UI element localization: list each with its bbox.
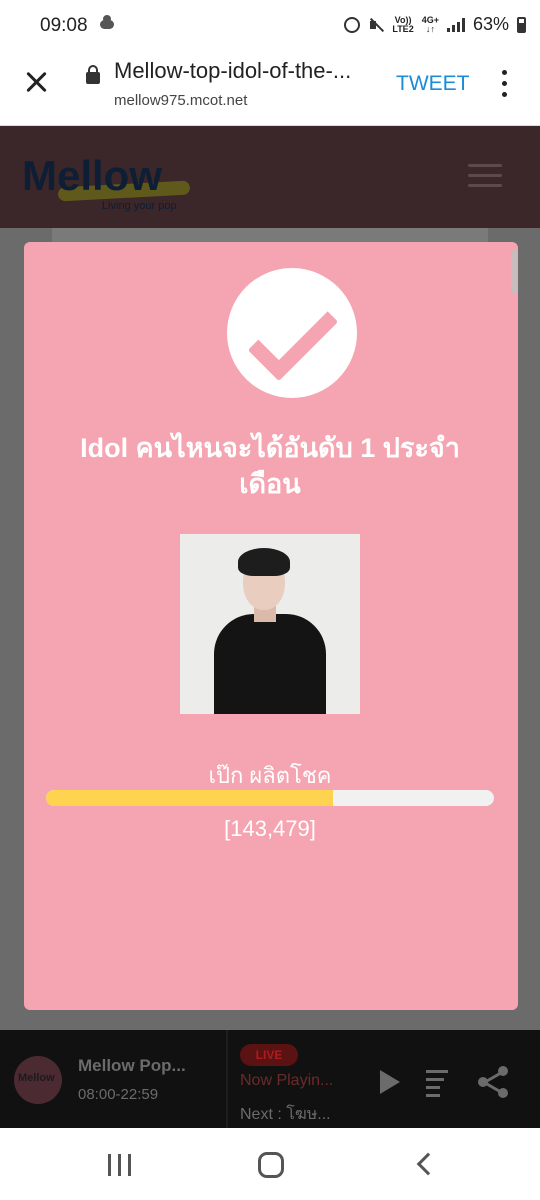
system-nav-bar xyxy=(0,1128,540,1200)
data-bottom: ↓↑ xyxy=(425,23,435,34)
recent-apps-icon[interactable] xyxy=(108,1154,132,1176)
vote-progress-fill xyxy=(46,790,333,806)
live-badge: LIVE xyxy=(240,1044,298,1066)
close-icon[interactable] xyxy=(22,68,50,96)
cloud-icon xyxy=(100,15,114,29)
radio-player-bar: Mellow Mellow Pop... 08:00-22:59 LIVE No… xyxy=(0,1030,540,1128)
status-icons: Vo)) LTE2 4G+ ↓↑ 63% xyxy=(344,14,526,35)
photo-body xyxy=(214,614,326,714)
player-divider xyxy=(226,1030,228,1128)
vote-progress-bar xyxy=(46,790,494,806)
home-icon[interactable] xyxy=(258,1152,284,1178)
page-title: Mellow-top-idol-of-the-... xyxy=(114,58,352,83)
player-station-title: Mellow Pop... xyxy=(78,1056,186,1075)
lock-icon xyxy=(86,65,100,84)
player-schedule-time: 08:00-22:59 xyxy=(78,1086,159,1103)
mute-icon xyxy=(368,17,384,33)
battery-icon xyxy=(517,16,526,33)
player-logo-text: Mellow xyxy=(18,1072,55,1084)
now-playing-text: Now Playin... xyxy=(240,1072,334,1089)
site-tagline: Living your pop xyxy=(102,200,177,212)
idol-name: เป๊ก ผลิตโชค xyxy=(208,763,332,788)
idol-photo xyxy=(180,534,360,714)
player-logo: Mellow xyxy=(14,1056,62,1104)
play-icon[interactable] xyxy=(380,1070,400,1094)
more-options-icon[interactable] xyxy=(498,70,510,98)
browser-toolbar: Mellow-top-idol-of-the-... mellow975.mco… xyxy=(0,50,540,126)
battery-percent: 63% xyxy=(472,14,509,34)
modal-title: Idol คนไหนจะได้อันดับ 1 ประจำเดือน xyxy=(80,433,460,499)
data-indicator: 4G+ ↓↑ xyxy=(422,15,439,34)
hamburger-menu-icon[interactable] xyxy=(468,164,502,188)
success-badge xyxy=(227,268,357,398)
vote-count: [143,479] xyxy=(224,816,316,841)
signal-icon xyxy=(446,17,465,32)
site-header: Mellow Living your pop xyxy=(0,126,540,228)
tweet-button[interactable]: TWEET xyxy=(396,72,470,96)
checkmark-icon xyxy=(247,290,339,382)
volte-indicator: Vo)) LTE2 xyxy=(392,15,414,34)
modal-scrollbar[interactable] xyxy=(511,250,517,294)
site-logo: Mellow xyxy=(22,152,163,199)
share-icon[interactable] xyxy=(478,1066,510,1098)
volte-bottom: LTE2 xyxy=(392,23,414,34)
photo-hair xyxy=(238,548,290,576)
page-url: mellow975.mcot.net xyxy=(114,92,248,109)
alarm-icon xyxy=(344,16,361,33)
status-time: 09:08 xyxy=(40,15,88,36)
back-icon[interactable] xyxy=(416,1152,440,1176)
status-bar: 09:08 Vo)) LTE2 4G+ ↓↑ 63% xyxy=(0,0,540,50)
next-program-text: Next : โฆษ... xyxy=(240,1106,331,1123)
playlist-icon[interactable] xyxy=(426,1068,454,1097)
